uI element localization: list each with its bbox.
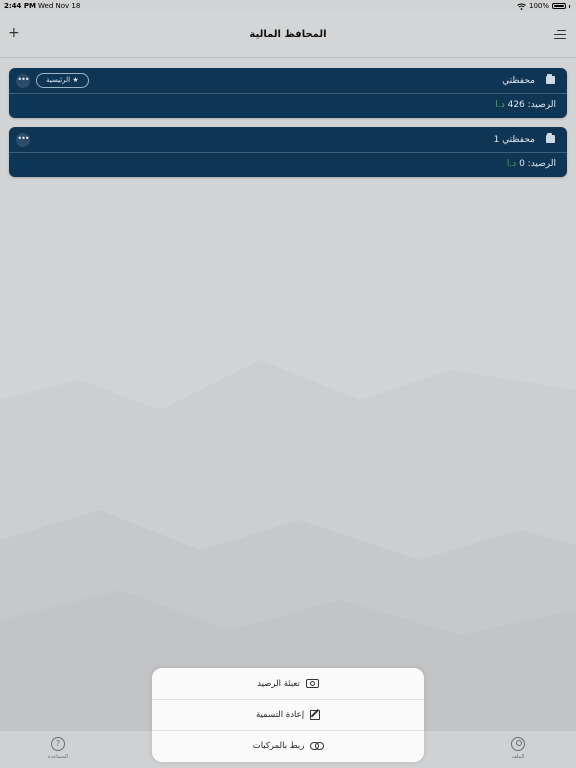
menu-line	[554, 38, 566, 40]
tab-help[interactable]: المساعدة	[38, 737, 78, 760]
tab-label: الملف	[511, 754, 525, 760]
action-label: ربط بالمركبات	[252, 741, 305, 751]
edit-icon	[310, 710, 321, 720]
tab-label: المساعدة	[47, 754, 68, 760]
wifi-icon	[517, 3, 526, 10]
battery-percent: 100%	[528, 2, 549, 10]
person-icon	[511, 737, 525, 751]
primary-badge: ★ الرئيسية	[36, 73, 89, 88]
action-top-up[interactable]: تعبئة الرصيد	[152, 668, 424, 699]
wallet-icon	[546, 74, 555, 84]
status-right: 100%	[517, 2, 570, 10]
action-sheet: تعبئة الرصيد إعادة التسمية ربط بالمركبات	[152, 668, 424, 762]
menu-line	[557, 30, 566, 32]
balance-label: الرصيد:	[527, 159, 556, 169]
wallet-balance: الرصيد: 0 د.ا	[507, 159, 556, 169]
status-time: 2:44 PM	[4, 2, 36, 10]
action-link-vehicles[interactable]: ربط بالمركبات	[152, 730, 424, 761]
menu-icon[interactable]	[554, 30, 566, 40]
currency-label: د.ا	[506, 159, 517, 169]
balance-value: 426	[507, 100, 525, 110]
action-label: إعادة التسمية	[255, 710, 305, 720]
wallet-name: محفظتي 1	[493, 135, 535, 145]
status-date: Wed Nov 18	[38, 2, 81, 10]
action-label: تعبئة الرصيد	[257, 678, 300, 689]
balance-value: 0	[519, 159, 525, 169]
tab-profile[interactable]: الملف	[498, 737, 538, 760]
money-icon	[305, 679, 319, 688]
card-divider	[9, 93, 567, 94]
wallet-balance: الرصيد: 426 د.ا	[495, 100, 556, 110]
wallet-card[interactable]: ••• محفظتي 1 الرصيد: 0 د.ا	[9, 127, 567, 177]
more-options-button[interactable]: •••	[16, 74, 30, 88]
navigation-bar: + المحافظ المالية	[0, 12, 576, 58]
battery-icon	[552, 3, 566, 9]
page-title: المحافظ المالية	[249, 29, 327, 40]
link-icon	[310, 742, 325, 750]
card-divider	[9, 152, 567, 153]
help-icon	[51, 737, 65, 751]
action-rename[interactable]: إعادة التسمية	[152, 699, 424, 730]
battery-tip	[569, 4, 570, 8]
wallet-icon	[546, 133, 555, 143]
currency-label: د.ا	[495, 100, 505, 110]
balance-label: الرصيد:	[527, 100, 556, 110]
wallet-name: محفظتي	[502, 76, 535, 86]
more-options-button[interactable]: •••	[16, 133, 30, 147]
status-bar: 2:44 PM Wed Nov 18 100%	[0, 0, 576, 12]
menu-line	[554, 34, 566, 36]
wallet-card[interactable]: ••• ★ الرئيسية محفظتي الرصيد: 426 د.ا	[9, 68, 567, 118]
